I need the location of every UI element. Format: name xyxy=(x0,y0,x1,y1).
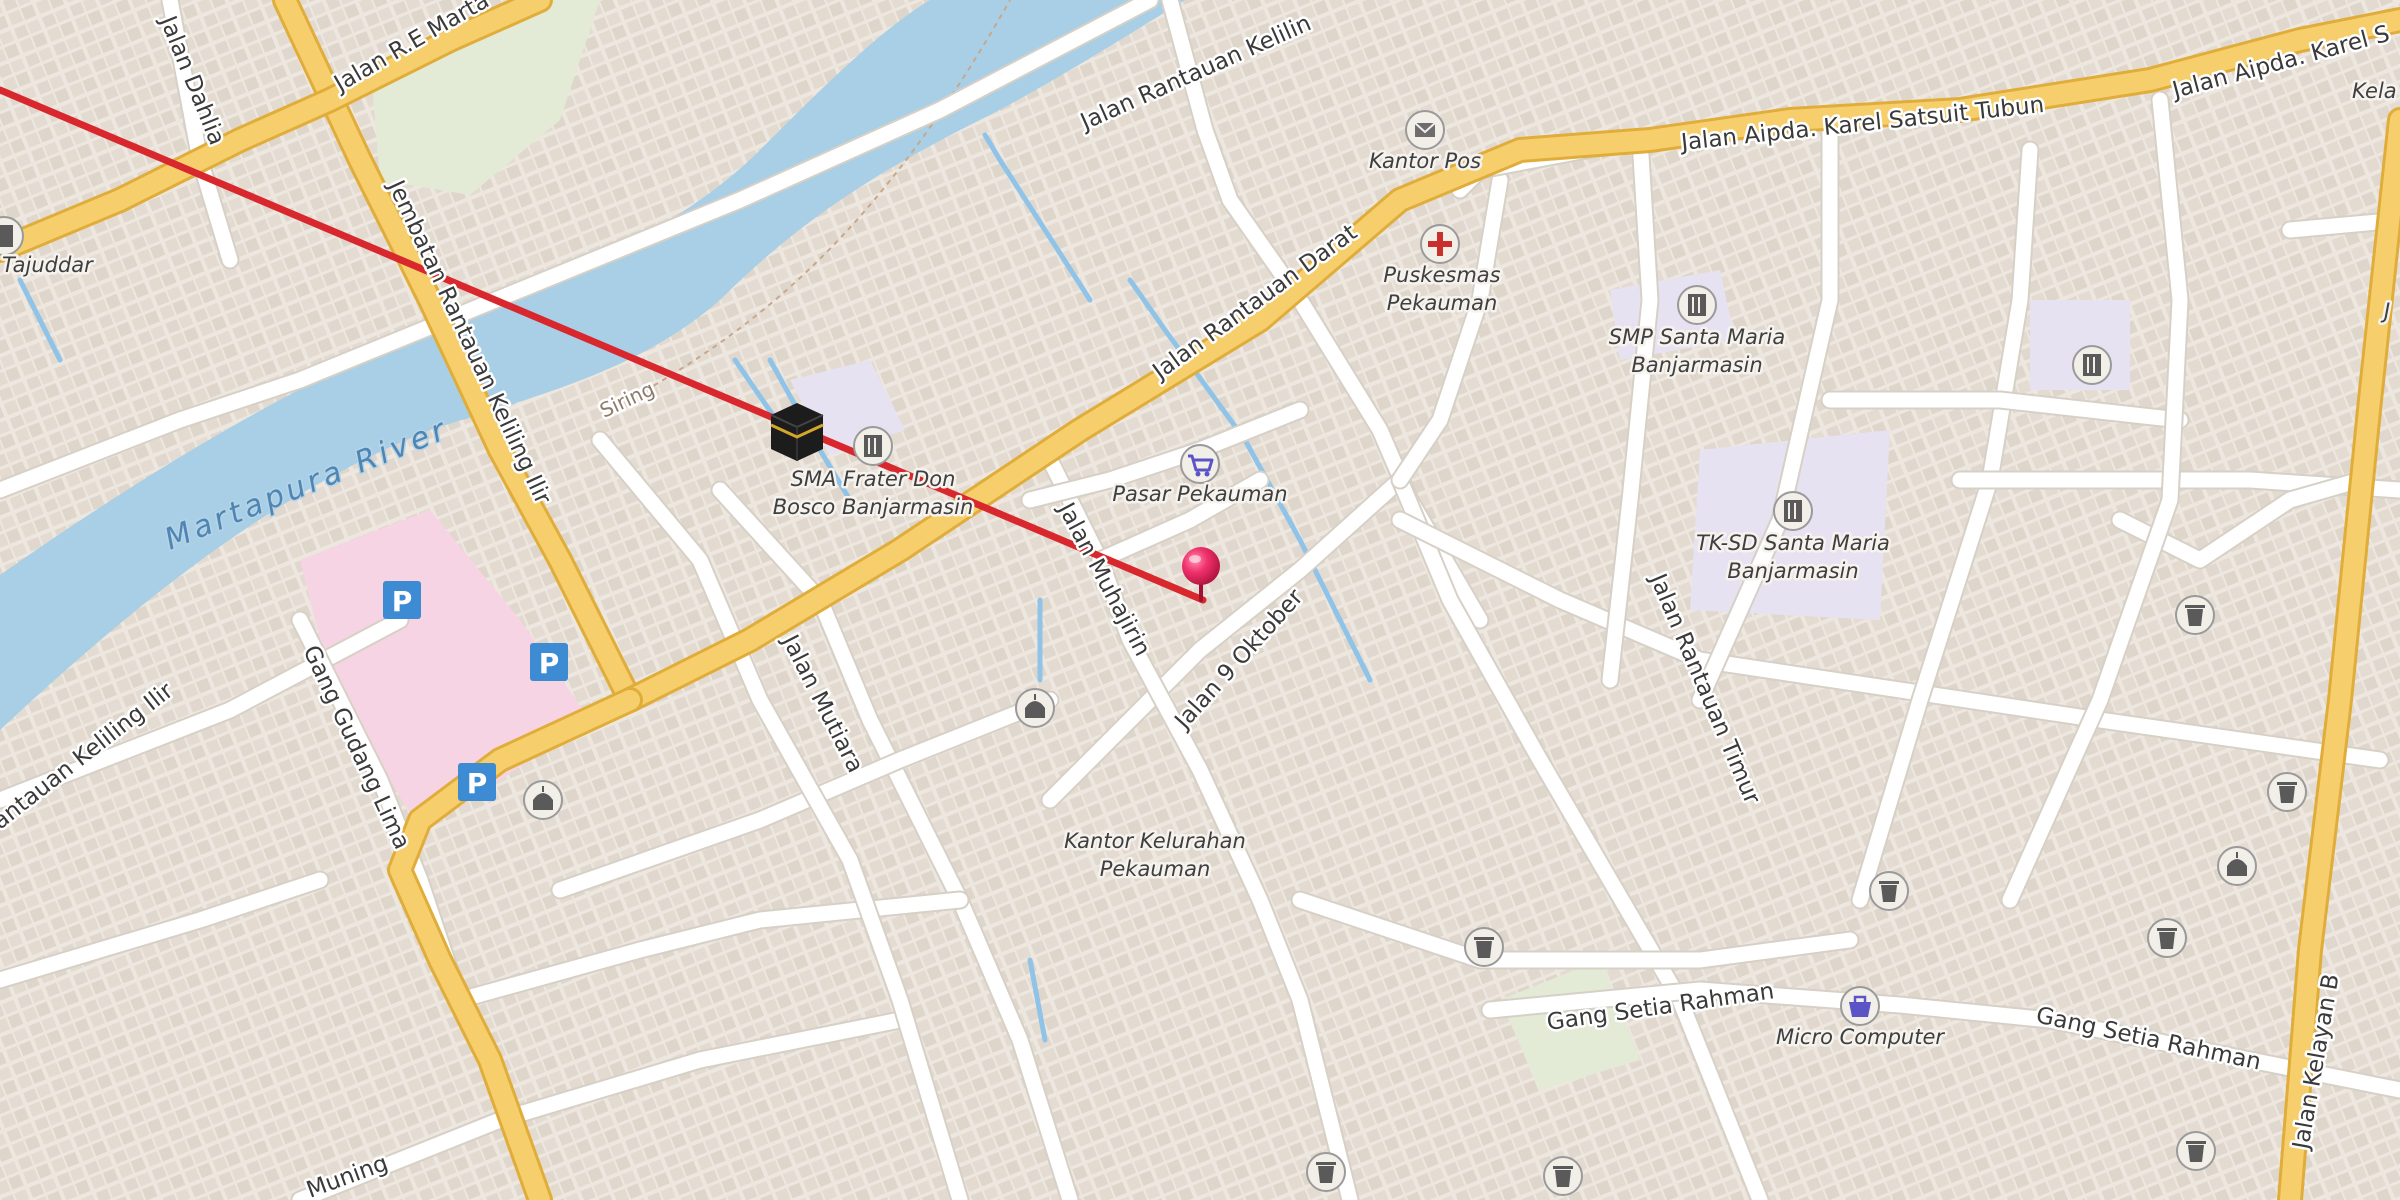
kaaba-icon[interactable] xyxy=(770,403,824,461)
waste-basket-icon-2[interactable] xyxy=(1869,871,1909,911)
waste-basket-icon-8[interactable] xyxy=(2175,595,2215,635)
health-clinic-icon[interactable] xyxy=(1420,224,1460,264)
mosque-icon-1[interactable] xyxy=(1015,688,1055,728)
waste-basket-icon-5[interactable] xyxy=(2176,1131,2216,1171)
parking-icon-1[interactable]: P xyxy=(383,581,421,619)
map-canvas[interactable]: Jalan Dahlia Jalan R.E Marta Jalan Ranta… xyxy=(0,0,2400,1200)
waste-basket-icon-7[interactable] xyxy=(1543,1156,1583,1196)
mosque-icon-2[interactable] xyxy=(523,780,563,820)
kelurahan-label-line1: Kantor Kelurahan xyxy=(1064,829,1246,853)
tksd-label-line1: TK-SD Santa Maria xyxy=(1696,531,1890,555)
shopping-cart-icon[interactable] xyxy=(1180,444,1220,484)
parking-icon-2[interactable]: P xyxy=(530,643,568,681)
kelurahan-label-line2: Pekauman xyxy=(1100,857,1211,881)
waste-basket-icon-1[interactable] xyxy=(1464,927,1504,967)
smp-label-line2: Banjarmasin xyxy=(1631,353,1762,377)
smp-label-line1: SMP Santa Maria xyxy=(1609,325,1785,349)
parking-symbol: P xyxy=(392,585,413,618)
kantor-pos-label: Kantor Pos xyxy=(1369,149,1481,173)
waste-basket-icon-3[interactable] xyxy=(2147,918,2187,958)
school-icon-sma[interactable] xyxy=(853,426,893,466)
school-icon-smp[interactable] xyxy=(1677,285,1717,325)
parking-icon-3[interactable]: P xyxy=(458,763,496,801)
waste-basket-icon-6[interactable] xyxy=(1306,1152,1346,1192)
pasar-label: Pasar Pekauman xyxy=(1112,482,1287,506)
tajuddar-label: Tajuddar xyxy=(2,253,94,277)
puskesmas-label-line2: Pekauman xyxy=(1387,291,1498,315)
school-icon-tksd[interactable] xyxy=(1773,491,1813,531)
parking-symbol: P xyxy=(467,767,488,800)
sma-label-line2: Bosco Banjarmasin xyxy=(773,495,974,519)
tksd-label-line2: Banjarmasin xyxy=(1727,559,1858,583)
sma-label-line1: SMA Frater Don xyxy=(791,467,956,491)
school-icon-east[interactable] xyxy=(2072,345,2112,385)
shopping-bag-icon[interactable] xyxy=(1840,986,1880,1026)
puskesmas-label-line1: Puskesmas xyxy=(1383,263,1500,287)
mosque-icon-3[interactable] xyxy=(2217,846,2257,886)
parking-symbol: P xyxy=(539,647,560,680)
post-office-icon[interactable] xyxy=(1405,110,1445,150)
micro-computer-label: Micro Computer xyxy=(1776,1025,1945,1049)
kela-edge-label: Kela xyxy=(2352,79,2397,103)
